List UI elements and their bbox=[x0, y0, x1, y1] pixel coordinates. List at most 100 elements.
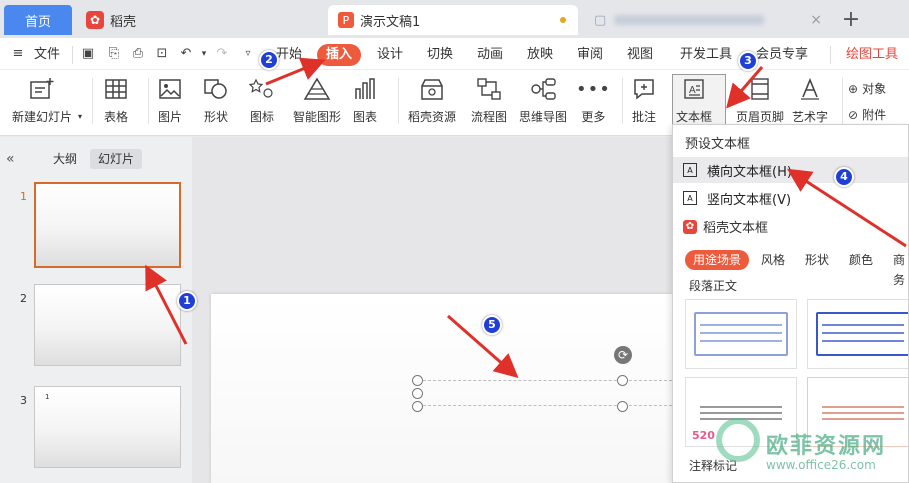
presentation-icon: P bbox=[338, 12, 354, 28]
attachment-button[interactable]: ⊘ 附件 bbox=[848, 106, 886, 123]
template-line bbox=[700, 412, 782, 414]
comment-button[interactable]: 批注 bbox=[632, 74, 656, 125]
docer-textbox-heading: ✿ 稻壳文本框 bbox=[683, 217, 768, 236]
collapse-panel-icon[interactable]: « bbox=[6, 151, 15, 167]
menu-drawing-tools[interactable]: 绘图工具 bbox=[846, 44, 898, 66]
picture-icon bbox=[158, 74, 182, 104]
docer-resources-icon bbox=[419, 74, 445, 104]
tab-blurred[interactable]: ▢ × bbox=[584, 5, 830, 35]
resize-handle[interactable] bbox=[412, 375, 423, 386]
new-tab-icon[interactable]: + bbox=[840, 7, 862, 32]
chip-business[interactable]: 商务 bbox=[893, 250, 908, 287]
menu-insert[interactable]: 插入 bbox=[317, 44, 362, 66]
tab-home[interactable]: 首页 bbox=[4, 5, 72, 35]
picture-label: 图片 bbox=[158, 110, 183, 124]
new-slide-icon bbox=[29, 74, 55, 104]
redo-icon[interactable]: ↷ bbox=[214, 46, 230, 62]
menu-divider bbox=[830, 46, 831, 64]
mindmap-icon bbox=[529, 74, 557, 104]
menu-design[interactable]: 设计 bbox=[377, 44, 403, 66]
thumbnail-text-mark: 1 bbox=[45, 393, 50, 401]
chip-scenario[interactable]: 用途场景 bbox=[685, 250, 750, 270]
print-icon[interactable]: ⎙ bbox=[130, 46, 146, 62]
customize-dropdown-icon[interactable]: ▿ bbox=[240, 46, 256, 62]
slide-thumbnail-1[interactable] bbox=[34, 182, 181, 268]
header-footer-button[interactable]: 页眉页脚 bbox=[736, 74, 784, 125]
chart-button[interactable]: 图表 bbox=[353, 74, 377, 125]
blurred-title bbox=[614, 15, 765, 25]
mindmap-button[interactable]: 思维导图 bbox=[519, 74, 567, 125]
new-slide-button[interactable]: 新建幻灯片 bbox=[12, 74, 72, 125]
tab-presentation[interactable]: P 演示文稿1 bbox=[328, 5, 578, 35]
new-slide-label: 新建幻灯片 bbox=[12, 110, 73, 124]
textbox-icon: A bbox=[682, 74, 706, 104]
wordart-button[interactable]: 艺术字 bbox=[792, 74, 828, 125]
resize-handle[interactable] bbox=[617, 401, 628, 412]
hamburger-icon[interactable]: ≡ bbox=[10, 46, 26, 62]
export-icon[interactable]: ⎘ bbox=[106, 46, 122, 62]
chip-shape[interactable]: 形状 bbox=[805, 250, 829, 270]
slide-thumbnail-3[interactable]: 1 bbox=[34, 386, 181, 468]
rotate-icon[interactable]: ⟳ bbox=[614, 346, 632, 364]
tab-slides[interactable]: 幻灯片 bbox=[90, 149, 143, 169]
close-tab-icon[interactable]: × bbox=[810, 12, 822, 28]
preview-icon[interactable]: ⊡ bbox=[154, 46, 170, 62]
flowchart-button[interactable]: 流程图 bbox=[471, 74, 507, 125]
menu-transition[interactable]: 切换 bbox=[427, 44, 453, 66]
textbox-template-card[interactable] bbox=[807, 299, 908, 369]
menu-slideshow[interactable]: 放映 bbox=[527, 44, 553, 66]
tab-outline[interactable]: 大纲 bbox=[45, 149, 85, 169]
save-icon[interactable]: ▣ bbox=[80, 46, 96, 62]
vertical-textbox-icon: A bbox=[683, 191, 697, 205]
docer-textbox-label: 稻壳文本框 bbox=[703, 221, 769, 236]
tab-docer[interactable]: ✿ 稻壳 bbox=[78, 5, 318, 35]
docer-resources-button[interactable]: 稻壳资源 bbox=[408, 74, 456, 125]
template-line bbox=[822, 406, 904, 408]
horizontal-textbox-item[interactable]: A 横向文本框(H) bbox=[673, 157, 908, 183]
textbox-button[interactable]: A 文本框 bbox=[676, 74, 712, 125]
resize-handle[interactable] bbox=[412, 401, 423, 412]
textbox-template-card[interactable] bbox=[685, 299, 797, 369]
slide-number: 3 bbox=[20, 394, 27, 407]
textbox-label: 文本框 bbox=[676, 110, 713, 124]
textbox-placeholder-frame[interactable] bbox=[418, 380, 672, 406]
vertical-textbox-label: 竖向文本框(V) bbox=[707, 192, 792, 208]
smart-art-button[interactable]: 智能图形 bbox=[293, 74, 341, 125]
flowchart-label: 流程图 bbox=[471, 110, 508, 124]
template-line bbox=[822, 340, 904, 342]
object-label: 对象 bbox=[862, 82, 887, 96]
more-button[interactable]: ••• 更多 bbox=[576, 74, 611, 125]
unsaved-indicator bbox=[560, 17, 566, 23]
chevron-down-icon[interactable]: ▾ bbox=[78, 112, 82, 121]
docer-resources-label: 稻壳资源 bbox=[408, 110, 457, 124]
slide-number: 1 bbox=[20, 190, 27, 203]
menu-member[interactable]: 会员专享 bbox=[756, 44, 808, 66]
header-footer-label: 页眉页脚 bbox=[736, 110, 785, 124]
slide-number: 2 bbox=[20, 292, 27, 305]
tab-home-label: 首页 bbox=[24, 14, 51, 30]
table-button[interactable]: 表格 bbox=[104, 74, 128, 125]
menu-developer[interactable]: 开发工具 bbox=[680, 44, 732, 66]
shape-button[interactable]: 形状 bbox=[203, 74, 229, 125]
undo-icon[interactable]: ↶ bbox=[178, 46, 194, 62]
flowchart-icon bbox=[476, 74, 502, 104]
template-line bbox=[700, 324, 782, 326]
undo-dropdown-icon[interactable]: ▾ bbox=[196, 46, 212, 62]
slide-thumbnail-2[interactable] bbox=[34, 284, 181, 366]
resize-handle[interactable] bbox=[617, 375, 628, 386]
menu-animation[interactable]: 动画 bbox=[477, 44, 503, 66]
object-button[interactable]: ⊕ 对象 bbox=[848, 80, 886, 97]
wordart-icon bbox=[798, 74, 822, 104]
menu-home[interactable]: 开始 bbox=[276, 44, 302, 66]
menu-file[interactable]: 文件 bbox=[34, 44, 60, 66]
table-icon bbox=[104, 74, 128, 104]
picture-button[interactable]: 图片 bbox=[158, 74, 182, 125]
icon-button[interactable]: 图标 bbox=[249, 74, 275, 125]
menu-view[interactable]: 视图 bbox=[627, 44, 653, 66]
resize-handle[interactable] bbox=[412, 388, 423, 399]
chip-color[interactable]: 颜色 bbox=[849, 250, 873, 270]
vertical-textbox-item[interactable]: A 竖向文本框(V) bbox=[673, 185, 908, 211]
chip-style[interactable]: 风格 bbox=[761, 250, 785, 270]
step-badge-5: 5 bbox=[482, 315, 502, 335]
menu-review[interactable]: 审阅 bbox=[577, 44, 603, 66]
